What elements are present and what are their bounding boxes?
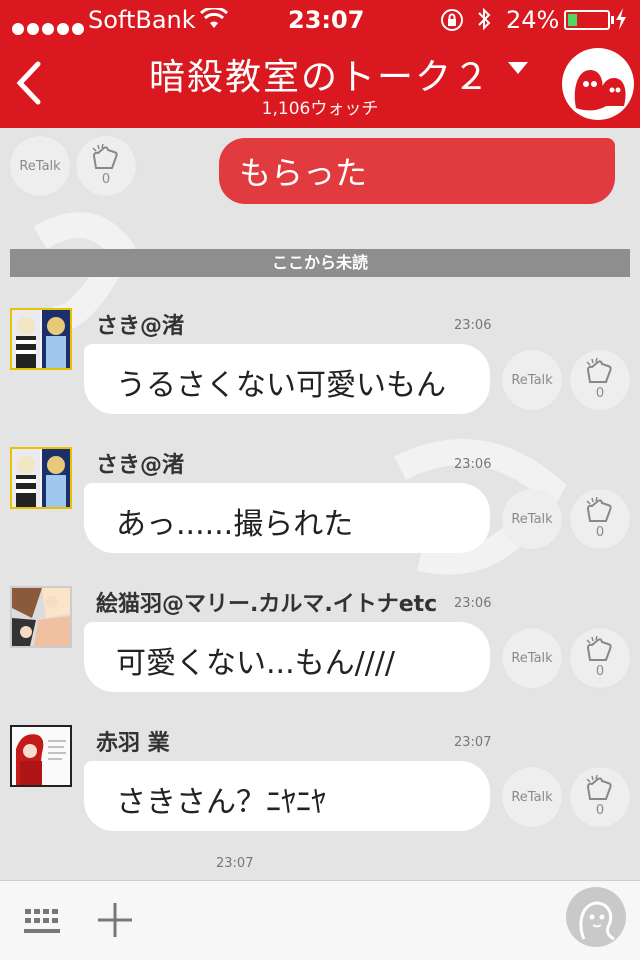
message-row: 赤羽 業 23:07 さきさん？ﾆﾔﾆﾔ ReTalk 0 (0, 725, 640, 855)
wifi-icon (199, 6, 229, 36)
sender-name: さき@渚 (96, 314, 185, 339)
back-button[interactable] (12, 60, 52, 110)
signal-strength-icon (12, 13, 87, 41)
clap-count: 0 (595, 525, 605, 540)
header: SoftBank 23:07 24% 暗殺教室のトーク２ 1,106ウォッチ (0, 0, 640, 128)
retalk-button[interactable]: ReTalk (502, 628, 562, 688)
room-avatar[interactable] (562, 48, 634, 120)
message-time: 23:06 (454, 457, 492, 472)
keyboard-icon[interactable] (24, 907, 60, 941)
clap-icon (92, 144, 118, 169)
clap-button[interactable]: 0 (570, 489, 630, 549)
battery-percent: 24% (506, 6, 560, 34)
clap-count: 0 (595, 386, 605, 401)
clap-button[interactable]: 0 (570, 767, 630, 827)
message-bubble[interactable]: さきさん？ﾆﾔﾆﾔ (84, 761, 490, 831)
ghost-characters-icon (574, 70, 626, 111)
message-row: 絵猫羽@マリー.カルマ.イトナetc 23:06 可愛くない...もん//// … (0, 586, 640, 716)
avatar[interactable] (10, 447, 72, 509)
plus-icon[interactable] (96, 901, 134, 943)
clap-button[interactable]: 0 (76, 136, 136, 196)
avatar[interactable] (10, 586, 72, 648)
message-bubble[interactable]: 可愛くない...もん//// (84, 622, 490, 692)
clap-icon (586, 636, 612, 661)
my-message-bubble[interactable]: もらった (219, 138, 615, 204)
retalk-button[interactable]: ReTalk (502, 767, 562, 827)
input-toolbar (0, 880, 640, 960)
avatar[interactable] (10, 725, 72, 787)
bluetooth-icon (476, 6, 492, 38)
message-time: 23:06 (454, 318, 492, 333)
clap-icon (586, 497, 612, 522)
unread-divider: ここから未読 (10, 249, 630, 277)
voice-icon (579, 901, 615, 941)
clap-button[interactable]: 0 (570, 350, 630, 410)
sender-name: 絵猫羽@マリー.カルマ.イトナetc (96, 592, 438, 617)
message-row: さき@渚 23:06 うるさくない可愛いもん ReTalk 0 (0, 308, 640, 438)
chat-area[interactable]: ReTalk 0 もらった ここから未読 さき@渚 23:06 うるさくない可愛… (0, 128, 640, 880)
retalk-button[interactable]: ReTalk (502, 350, 562, 410)
carrier-name: SoftBank (88, 6, 196, 34)
message-row: さき@渚 23:06 あっ......撮られた ReTalk 0 (0, 447, 640, 577)
clap-count: 0 (101, 172, 111, 187)
message-bubble[interactable]: うるさくない可愛いもん (84, 344, 490, 414)
message-time: 23:07 (216, 856, 254, 871)
message-bubble[interactable]: あっ......撮られた (84, 483, 490, 553)
avatar[interactable] (10, 308, 72, 370)
retalk-button[interactable]: ReTalk (502, 489, 562, 549)
sender-name: さき@渚 (96, 453, 185, 478)
retalk-button[interactable]: ReTalk (10, 136, 70, 196)
clap-icon (586, 358, 612, 383)
battery-icon (564, 10, 614, 30)
watch-count: 1,106ウォッチ (261, 99, 379, 119)
room-title[interactable]: 暗殺教室のトーク２ (140, 48, 500, 100)
back-chevron-icon (16, 61, 41, 105)
rotation-lock-icon (440, 8, 464, 38)
chevron-down-icon[interactable] (508, 62, 528, 74)
clap-icon (586, 775, 612, 800)
message-time: 23:07 (454, 735, 492, 750)
voice-button[interactable] (566, 887, 626, 947)
message-time: 23:06 (454, 596, 492, 611)
status-bar: SoftBank 23:07 24% (0, 0, 640, 40)
clap-count: 0 (595, 664, 605, 679)
status-time: 23:07 (288, 6, 365, 34)
sender-name: 赤羽 業 (96, 731, 170, 756)
charging-icon (614, 6, 628, 38)
clap-button[interactable]: 0 (570, 628, 630, 688)
clap-count: 0 (595, 803, 605, 818)
